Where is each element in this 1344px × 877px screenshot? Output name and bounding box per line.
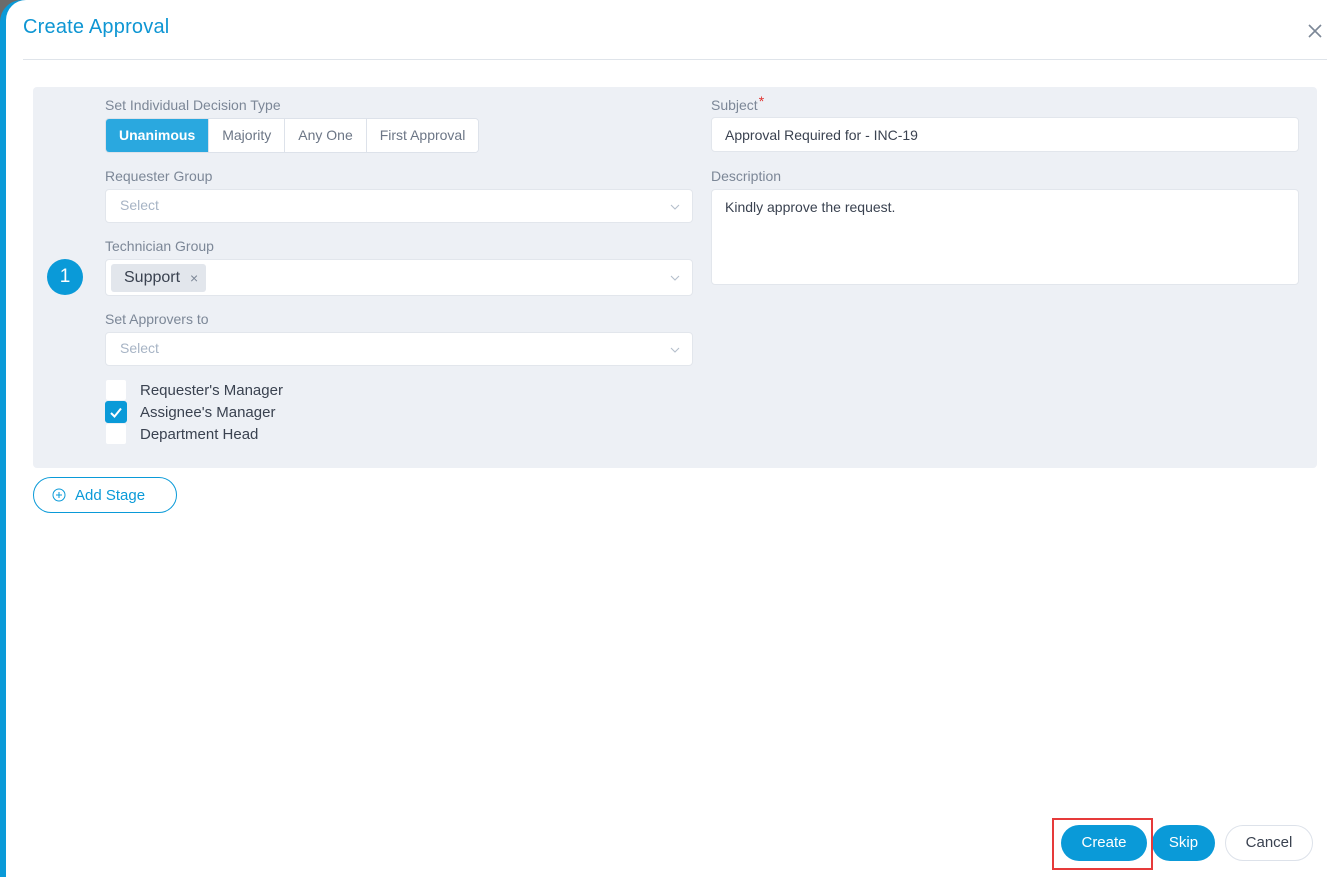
requester-group-placeholder: Select	[120, 197, 159, 213]
subject-input[interactable]: Approval Required for - INC-19	[711, 117, 1299, 152]
decision-type-first-approval[interactable]: First Approval	[366, 119, 479, 152]
stage-number-badge: 1	[47, 259, 83, 295]
requester-group-select[interactable]: Select	[105, 189, 693, 223]
set-approvers-placeholder: Select	[120, 340, 159, 356]
checkbox-label: Requester's Manager	[140, 381, 283, 399]
checkbox-label: Department Head	[140, 425, 259, 443]
plus-circle-icon	[52, 488, 66, 502]
subject-value: Approval Required for - INC-19	[725, 127, 918, 143]
checkbox[interactable]	[105, 379, 127, 401]
create-approval-dialog: Create Approval 1 Set Individual Decisio…	[6, 0, 1344, 877]
requester-group-label: Requester Group	[105, 168, 213, 184]
technician-group-label: Technician Group	[105, 238, 214, 254]
set-approvers-label: Set Approvers to	[105, 311, 209, 327]
checkmark-icon	[110, 407, 122, 418]
set-approvers-select[interactable]: Select	[105, 332, 693, 366]
description-label: Description	[711, 168, 782, 184]
chevron-down-icon	[670, 204, 680, 210]
description-value: Kindly approve the request.	[725, 199, 896, 215]
cancel-button[interactable]: Cancel	[1225, 825, 1313, 861]
checkbox[interactable]	[105, 423, 127, 445]
dialog-title: Create Approval	[23, 16, 170, 38]
checkbox-assignees-manager[interactable]: Assignee's Manager	[105, 401, 275, 423]
chevron-down-icon	[670, 347, 680, 353]
close-button[interactable]	[1306, 22, 1324, 40]
decision-type-label: Set Individual Decision Type	[105, 97, 281, 113]
add-stage-button[interactable]: Add Stage	[33, 477, 177, 513]
decision-type-any-one[interactable]: Any One	[285, 119, 367, 152]
tag-remove-icon[interactable]: ×	[190, 270, 198, 286]
tag-label: Support	[124, 269, 181, 286]
create-button[interactable]: Create	[1061, 825, 1147, 861]
technician-group-tag: Support ×	[111, 264, 207, 292]
checkbox-label: Assignee's Manager	[140, 403, 276, 421]
skip-button[interactable]: Skip	[1152, 825, 1215, 861]
approval-stage-panel: 1 Set Individual Decision Type Unanimous…	[33, 87, 1317, 468]
close-icon	[1308, 24, 1322, 38]
subject-label-text: Subject	[711, 97, 758, 113]
checkbox[interactable]	[105, 401, 127, 423]
chevron-down-icon	[670, 275, 680, 281]
checkbox-requesters-manager[interactable]: Requester's Manager	[105, 379, 283, 401]
decision-type-segmented-control: Unanimous Majority Any One First Approva…	[105, 118, 480, 153]
description-textarea[interactable]: Kindly approve the request.	[711, 189, 1299, 285]
required-marker: *	[758, 93, 765, 109]
checkbox-department-head[interactable]: Department Head	[105, 423, 258, 445]
header-divider	[23, 59, 1327, 60]
subject-label: Subject*	[711, 93, 764, 113]
decision-type-unanimous[interactable]: Unanimous	[106, 119, 210, 152]
add-stage-label: Add Stage	[75, 486, 146, 504]
decision-type-majority[interactable]: Majority	[209, 119, 286, 152]
technician-group-select[interactable]: Support ×	[105, 259, 693, 296]
